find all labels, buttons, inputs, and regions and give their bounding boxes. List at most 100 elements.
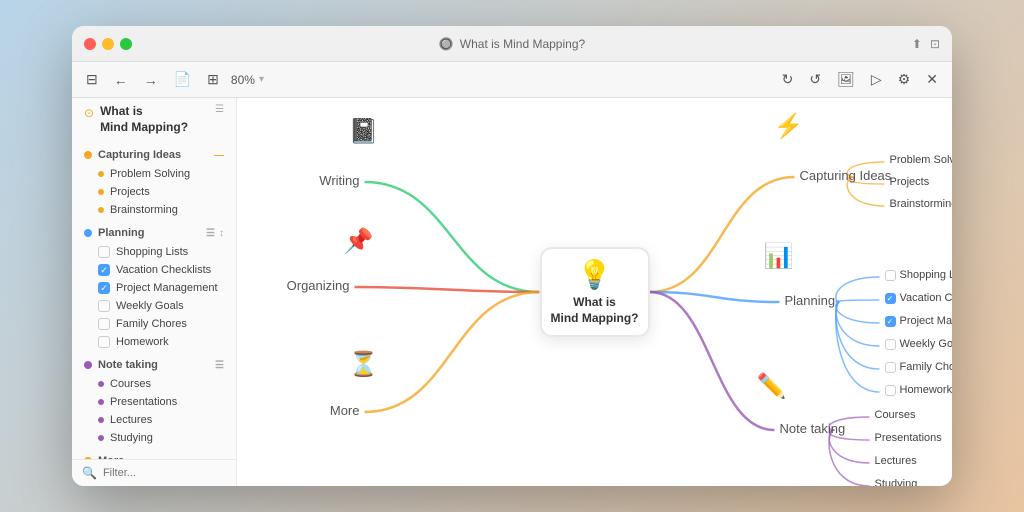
play-button[interactable]: ▷ [867,69,886,90]
center-node-icon: 💡 [577,258,612,291]
fullscreen-icon[interactable]: ⊡ [930,37,940,51]
section-collapse-icon[interactable]: — [214,150,224,161]
panel-toggle-button[interactable]: ⊟ [82,69,102,90]
leaf-checkbox[interactable] [885,339,896,350]
leaf-label: Weekly Goals [885,338,953,350]
list-item[interactable]: Homework [72,333,236,351]
leaf-label: Lectures [875,455,917,467]
main-content: ⊙ What isMind Mapping? ☰ Capturing Ideas… [72,98,952,486]
section-menu-icon[interactable]: ☰ [206,228,215,239]
leaf-label: Presentations [875,432,942,444]
list-item[interactable]: ✓ Project Management [72,279,236,297]
sidebar-section-header-capturing-ideas[interactable]: Capturing Ideas — [72,145,236,165]
section-dot-note-taking [84,361,92,369]
search-input[interactable] [103,467,245,479]
leaf-label: Brainstorming [890,198,953,210]
sidebar-section-header-more[interactable]: More— [72,451,236,459]
list-item[interactable]: Lectures [72,411,236,429]
item-label: Project Management [116,282,218,294]
list-item[interactable]: Problem Solving [72,165,236,183]
center-node[interactable]: 💡 What isMind Mapping? [540,247,650,337]
item-dot [98,381,104,387]
section-sort-icon[interactable]: ↕ [219,228,224,239]
close-button[interactable] [84,38,96,50]
branch-label-writing: Writing [319,173,359,188]
item-checkbox[interactable]: ✓ [98,264,110,276]
item-label: Homework [116,336,169,348]
sidebar-title-text: What isMind Mapping? [100,104,188,135]
leaf-text: Shopping Lists [900,269,953,281]
item-checkbox[interactable]: ✓ [98,282,110,294]
zoom-label: 80% [231,73,255,87]
toolbar: ⊟ ← → 📄 ⊞ 80% ▾ ↻ ↺ 🖼 ▷ ⚙ ✕ [72,62,952,98]
leaf-text: Lectures [875,455,917,467]
list-item[interactable]: Weekly Goals [72,297,236,315]
sidebar-section-header-planning[interactable]: Planning☰↕ [72,223,236,243]
section-icons-capturing-ideas: — [214,150,224,161]
note-button[interactable]: 📄 [170,69,195,90]
list-item[interactable]: Shopping Lists [72,243,236,261]
list-item[interactable]: Family Chores [72,315,236,333]
maximize-button[interactable] [120,38,132,50]
item-checkbox[interactable] [98,300,110,312]
item-label: Problem Solving [110,168,190,180]
item-label: Shopping Lists [116,246,188,258]
leaf-label: Homework [885,384,953,396]
mind-map-canvas[interactable]: 💡 What isMind Mapping? 📓Writing⚡Capturin… [237,98,952,486]
branch-icon-more: ⏳ [349,350,379,379]
leaf-text: Weekly Goals [900,338,953,350]
leaf-text: Vacation Checklists [900,292,953,304]
undo2-button[interactable]: ↺ [805,69,825,90]
sidebar-section-planning: Planning☰↕Shopping Lists✓Vacation Checkl… [72,223,236,351]
list-item[interactable]: ✓Vacation Checklists [72,261,236,279]
item-checkbox[interactable] [98,336,110,348]
sidebar: ⊙ What isMind Mapping? ☰ Capturing Ideas… [72,98,237,486]
item-dot [98,435,104,441]
section-menu-icon[interactable]: ☰ [215,360,224,371]
list-item[interactable]: Brainstorming [72,201,236,219]
leaf-label: Projects [890,176,930,188]
item-checkbox[interactable] [98,246,110,258]
leaf-checkbox[interactable] [885,385,896,396]
sidebar-section-more: More—Expressing Creativity [72,451,236,459]
list-item[interactable]: Projects [72,183,236,201]
sidebar-section-capturing-ideas: Capturing Ideas — Problem Solving Projects B… [72,145,236,219]
undo-button[interactable]: ← [110,70,132,90]
leaf-checkbox[interactable]: ✓ [885,316,896,327]
item-label: Projects [110,186,150,198]
doc-icon: 🔘 [439,37,454,51]
leaf-checkbox[interactable] [885,362,896,373]
image-button[interactable]: 🖼 [833,69,859,90]
branch-label-organizing: Organizing [287,278,350,293]
leaf-text: Project Management [900,315,953,327]
settings-button[interactable]: ⚙ [894,69,915,90]
leaf-checkbox[interactable] [885,270,896,281]
close-doc-button[interactable]: ✕ [922,69,942,90]
list-item[interactable]: Presentations [72,393,236,411]
leaf-checkbox[interactable]: ✓ [885,293,896,304]
branch-icon-writing: 📓 [349,117,379,146]
sidebar-section-header-note-taking[interactable]: Note taking ☰ [72,355,236,375]
list-item[interactable]: Studying [72,429,236,447]
section-label-note-taking: Note taking [98,359,158,371]
layout-button[interactable]: ⊞ [203,69,223,90]
section-label-capturing-ideas: Capturing Ideas [98,149,181,161]
section-label-planning: Planning [98,227,144,239]
redo-button[interactable]: → [140,70,162,90]
item-label: Weekly Goals [116,300,184,312]
section-icons-planning: ☰↕ [206,228,224,239]
item-checkbox[interactable] [98,318,110,330]
minimize-button[interactable] [102,38,114,50]
sidebar-title-icon: ⊙ [84,106,94,120]
item-dot [98,207,104,213]
leaf-label: ✓ Vacation Checklists [885,292,953,304]
share-icon[interactable]: ⬆ [912,37,922,51]
list-item[interactable]: Courses [72,375,236,393]
traffic-lights [84,38,132,50]
sync-button[interactable]: ↻ [778,69,798,90]
zoom-chevron-icon[interactable]: ▾ [259,74,264,85]
leaf-label: Studying [875,478,918,486]
item-label: Studying [110,432,153,444]
leaf-label: Courses [875,409,916,421]
sidebar-sections: Capturing Ideas — Problem Solving Projects B… [72,145,236,459]
